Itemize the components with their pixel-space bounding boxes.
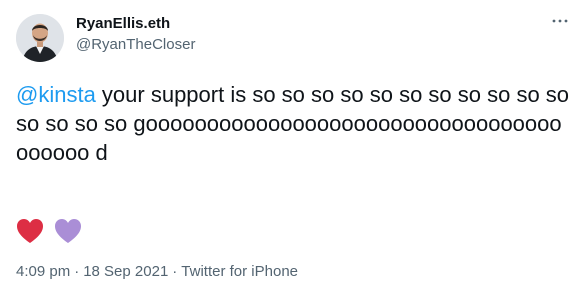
author-block: RyanEllis.eth @RyanTheCloser <box>76 14 195 55</box>
avatar[interactable] <box>16 14 64 62</box>
tweet-body: your support is so so so so so so so so … <box>16 82 570 165</box>
profile-photo-icon <box>16 14 64 62</box>
more-options-button[interactable] <box>549 10 571 32</box>
tweet-text: @kinsta your support is so so so so so s… <box>16 80 572 167</box>
meta-separator: · <box>74 263 80 280</box>
mention-link[interactable]: @kinsta <box>16 82 96 107</box>
tweet-card: RyanEllis.eth @RyanTheCloser @kinsta you… <box>0 0 585 288</box>
emoji-row <box>16 218 82 244</box>
purple-heart-icon <box>55 219 81 243</box>
author-handle[interactable]: @RyanTheCloser <box>76 35 195 55</box>
author-display-name[interactable]: RyanEllis.eth <box>76 14 195 34</box>
meta-separator: · <box>172 263 178 280</box>
more-horizontal-icon <box>552 19 568 23</box>
tweet-source[interactable]: Twitter for iPhone <box>181 263 298 280</box>
tweet-time[interactable]: 4:09 pm <box>16 263 70 280</box>
tweet-date[interactable]: 18 Sep 2021 <box>83 263 168 280</box>
red-heart-icon <box>17 219 43 243</box>
tweet-meta: 4:09 pm · 18 Sep 2021 · Twitter for iPhone <box>16 263 298 281</box>
